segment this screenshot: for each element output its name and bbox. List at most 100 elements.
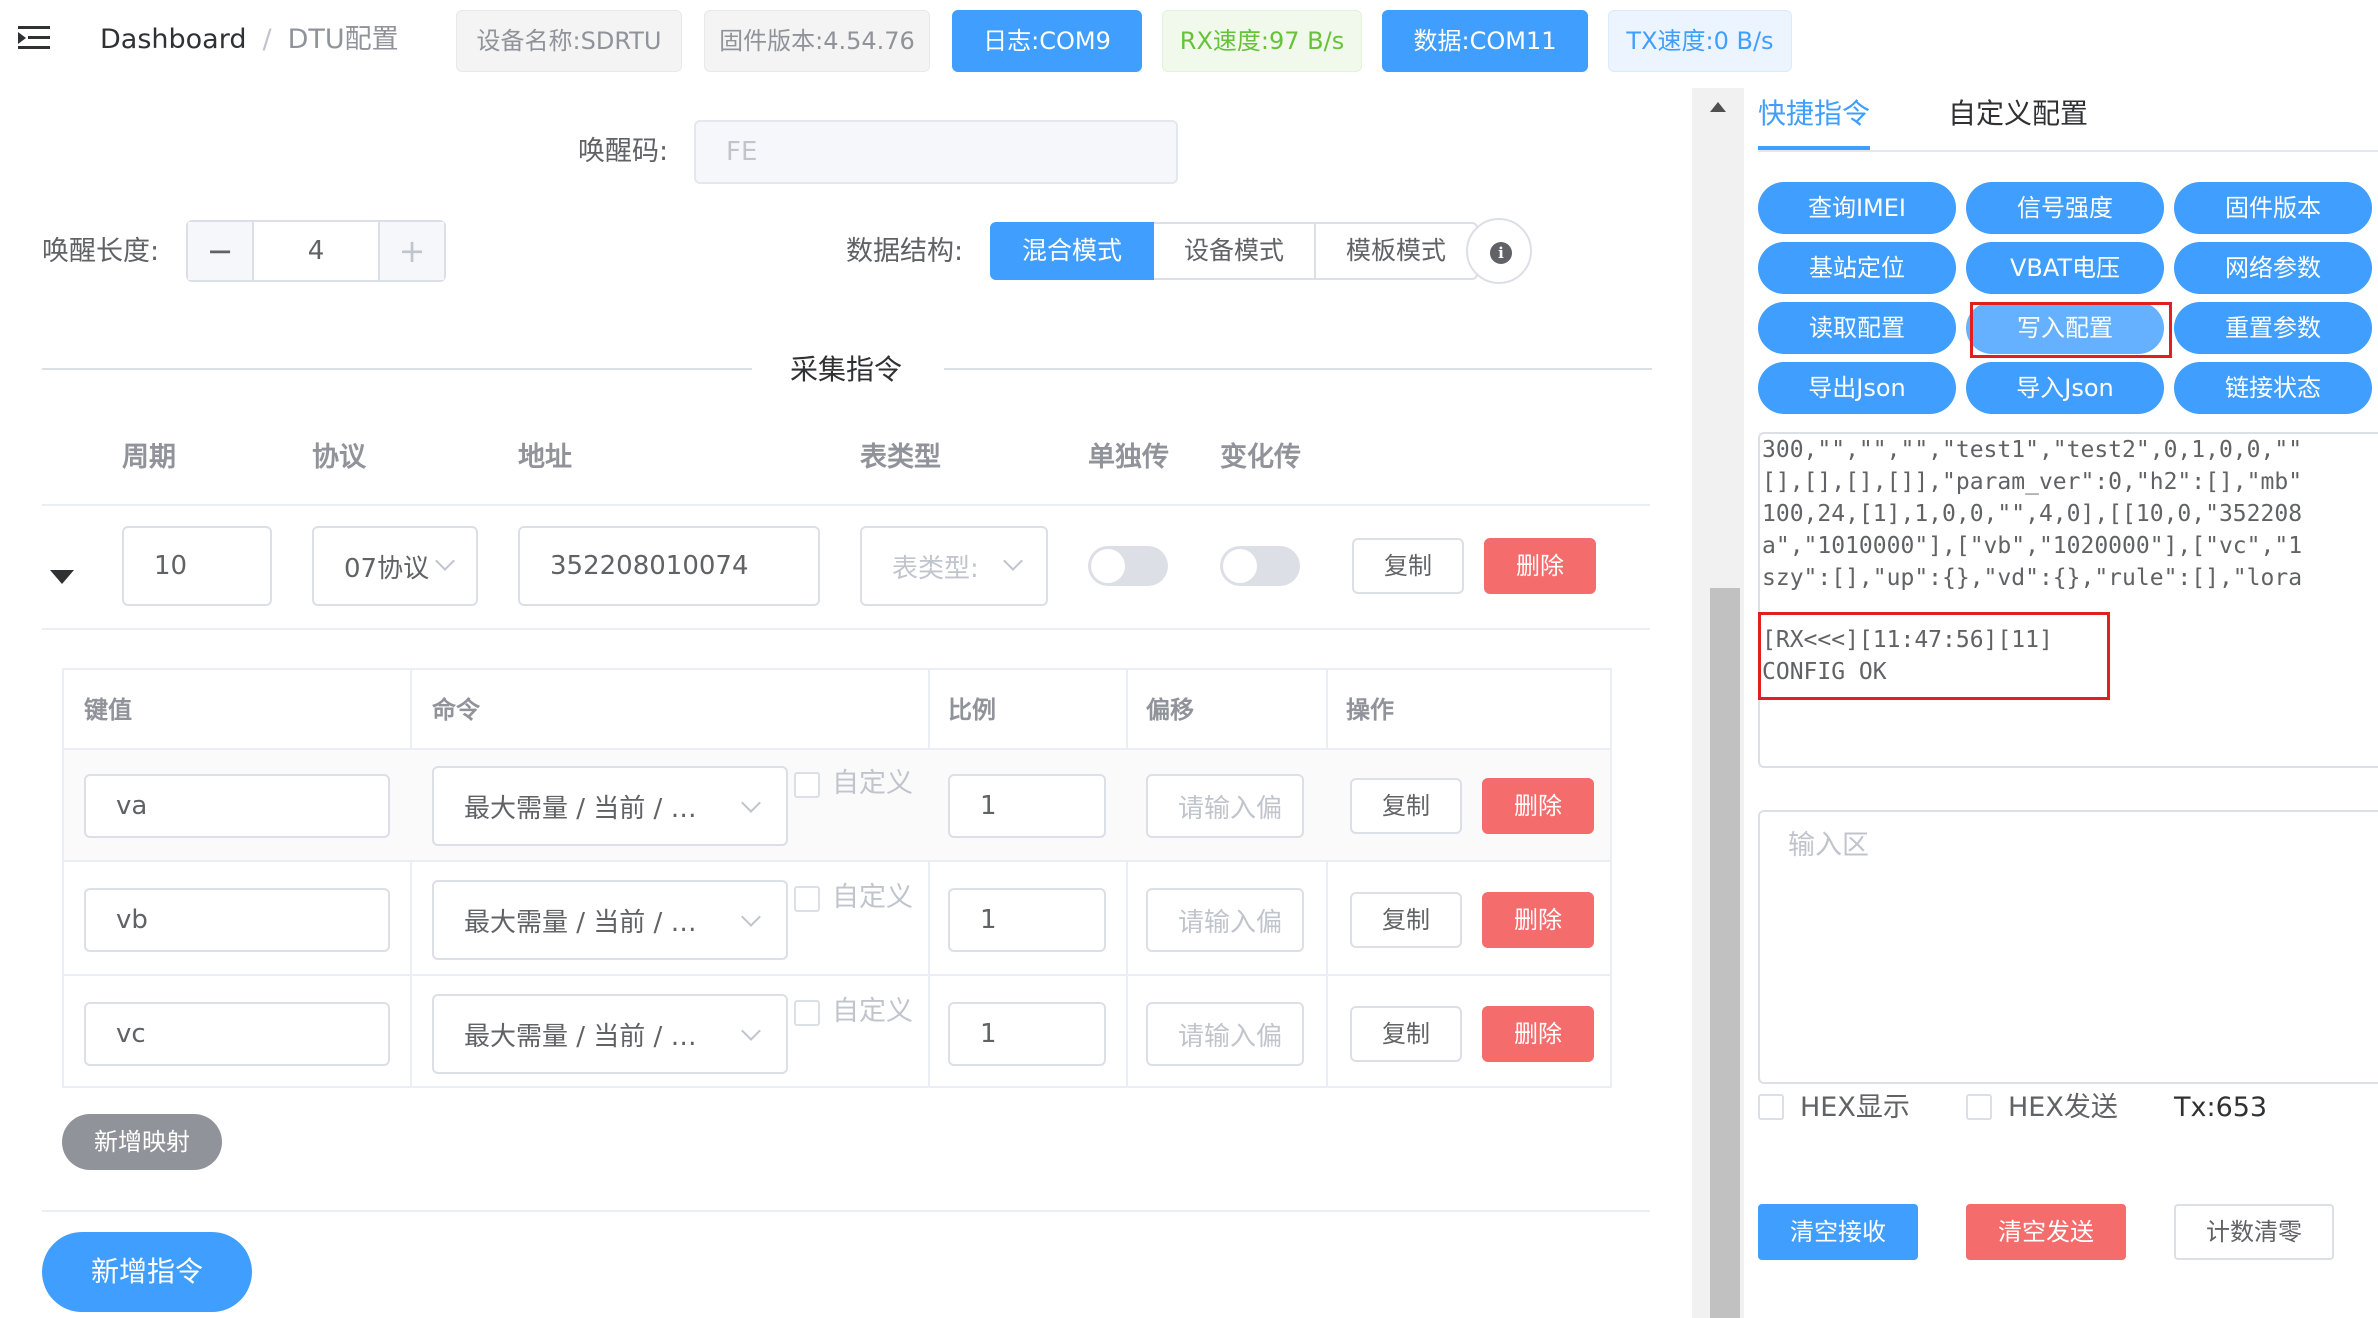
info-button[interactable]: i — [1466, 218, 1532, 284]
scrollbar-thumb[interactable] — [1710, 588, 1740, 1318]
row-separator — [42, 628, 1650, 630]
top-header: Dashboard / DTU配置 设备名称:SDRTU 固件版本:4.54.76 … — [0, 0, 2378, 88]
command-select-value: 最大需量 / 当前 / … — [464, 793, 697, 824]
col-protocol: 协议 — [312, 442, 366, 473]
ratio-input[interactable]: 1 — [948, 888, 1106, 952]
firmware-version-button[interactable]: 固件版本 — [2174, 182, 2372, 234]
query-imei-button[interactable]: 查询IMEI — [1758, 182, 1956, 234]
clear-receive-button[interactable]: 清空接收 — [1758, 1204, 1918, 1260]
info-icon: i — [1490, 242, 1512, 264]
signal-strength-button[interactable]: 信号强度 — [1966, 182, 2164, 234]
chevron-down-icon — [435, 551, 455, 571]
debug-panel: 快捷指令 自定义配置 查询IMEI 信号强度 固件版本 基站定位 VBAT电压 … — [1744, 88, 2378, 1318]
receive-log[interactable]: 300,"","","","test1","test2",0,1,0,0,"" … — [1758, 432, 2378, 768]
divider-right — [944, 368, 1652, 370]
send-input-area[interactable]: 输入区 — [1758, 810, 2378, 1084]
custom-checkbox[interactable] — [794, 772, 820, 798]
delete-command-button[interactable]: 删除 — [1484, 538, 1596, 594]
col-offset: 偏移 — [1146, 696, 1194, 724]
add-command-button[interactable]: 新增指令 — [42, 1232, 252, 1312]
command-select-value: 最大需量 / 当前 / … — [464, 1021, 697, 1052]
left-panel-scrollbar[interactable] — [1692, 88, 1744, 1318]
meter-type-select[interactable]: 表类型: — [860, 526, 1048, 606]
link-status-button[interactable]: 链接状态 — [2174, 362, 2372, 414]
command-select[interactable]: 最大需量 / 当前 / … — [432, 994, 788, 1074]
radio-mixed-mode[interactable]: 混合模式 — [990, 222, 1155, 280]
reset-count-button[interactable]: 计数清零 — [2174, 1204, 2334, 1260]
config-panel: 唤醒码: FE 唤醒长度: − 4 + 数据结构: 混合模式 设备模式 模板模式… — [0, 88, 1690, 1318]
delete-mapping-button[interactable]: 删除 — [1482, 1006, 1594, 1062]
delete-mapping-button[interactable]: 删除 — [1482, 892, 1594, 948]
meter-type-placeholder: 表类型: — [892, 553, 979, 584]
hex-display-checkbox[interactable] — [1758, 1094, 1784, 1120]
col-key: 键值 — [84, 696, 132, 724]
custom-label: 自定义 — [832, 768, 913, 799]
custom-label: 自定义 — [832, 996, 913, 1027]
reset-params-button[interactable]: 重置参数 — [2174, 302, 2372, 354]
ratio-input[interactable]: 1 — [948, 774, 1106, 838]
col-period: 周期 — [122, 442, 176, 473]
wake-length-value[interactable]: 4 — [254, 222, 378, 280]
wake-length-stepper: − 4 + — [186, 220, 446, 282]
copy-mapping-button[interactable]: 复制 — [1350, 892, 1462, 948]
single-send-switch[interactable] — [1088, 546, 1168, 586]
right-tabs: 快捷指令 自定义配置 — [1758, 88, 2378, 152]
import-json-button[interactable]: 导入Json — [1966, 362, 2164, 414]
chevron-down-icon — [741, 907, 761, 927]
vbat-voltage-button[interactable]: VBAT电压 — [1966, 242, 2164, 294]
offset-input[interactable]: 请输入偏 — [1146, 774, 1304, 838]
hex-display-label: HEX显示 — [1800, 1092, 1910, 1123]
data-structure-label: 数据结构: — [846, 236, 964, 267]
offset-input[interactable]: 请输入偏 — [1146, 888, 1304, 952]
scroll-up-arrow-icon[interactable] — [1710, 102, 1726, 112]
copy-command-button[interactable]: 复制 — [1352, 538, 1464, 594]
add-mapping-button[interactable]: 新增映射 — [62, 1114, 222, 1170]
log-line: [],[],[],[]],"param_ver":0,"h2":[],"mb" — [1762, 469, 2303, 495]
period-input[interactable]: 10 — [122, 526, 272, 606]
protocol-select[interactable]: 07协议 — [312, 526, 478, 606]
command-select[interactable]: 最大需量 / 当前 / … — [432, 766, 788, 846]
copy-mapping-button[interactable]: 复制 — [1350, 1006, 1462, 1062]
delete-mapping-button[interactable]: 删除 — [1482, 778, 1594, 834]
breadcrumb-dashboard[interactable]: Dashboard — [100, 24, 246, 55]
read-config-button[interactable]: 读取配置 — [1758, 302, 1956, 354]
mapping-table: 键值 命令 比例 偏移 操作 va 最大需量 / 当前 / … 自定义 1 请输… — [62, 668, 1612, 1088]
key-input[interactable]: vb — [84, 888, 390, 952]
chevron-down-icon — [741, 793, 761, 813]
export-json-button[interactable]: 导出Json — [1758, 362, 1956, 414]
menu-fold-icon[interactable] — [18, 22, 50, 54]
network-params-button[interactable]: 网络参数 — [2174, 242, 2372, 294]
col-change-send: 变化传 — [1220, 442, 1301, 473]
log-port-tag[interactable]: 日志:COM9 — [952, 10, 1142, 72]
custom-checkbox[interactable] — [794, 1000, 820, 1026]
stepper-decrease-button[interactable]: − — [188, 222, 254, 280]
tab-quick-commands[interactable]: 快捷指令 — [1758, 92, 1870, 136]
copy-mapping-button[interactable]: 复制 — [1350, 778, 1462, 834]
custom-checkbox[interactable] — [794, 886, 820, 912]
change-send-switch[interactable] — [1220, 546, 1300, 586]
radio-template-mode[interactable]: 模板模式 — [1316, 222, 1479, 280]
hex-send-checkbox[interactable] — [1966, 1094, 1992, 1120]
stepper-increase-button[interactable]: + — [378, 222, 444, 280]
command-select[interactable]: 最大需量 / 当前 / … — [432, 880, 788, 960]
col-meter-type: 表类型 — [860, 442, 941, 473]
row-separator — [42, 504, 1650, 506]
clear-send-button[interactable]: 清空发送 — [1966, 1204, 2126, 1260]
ratio-input[interactable]: 1 — [948, 1002, 1106, 1066]
offset-input[interactable]: 请输入偏 — [1146, 1002, 1304, 1066]
address-input[interactable]: 352208010074 — [518, 526, 820, 606]
key-input[interactable]: vc — [84, 1002, 390, 1066]
mapping-row: vc 最大需量 / 当前 / … 自定义 1 请输入偏 复制 删除 — [64, 978, 1610, 1090]
key-input[interactable]: va — [84, 774, 390, 838]
tab-custom-config[interactable]: 自定义配置 — [1948, 92, 2088, 136]
radio-device-mode[interactable]: 设备模式 — [1154, 222, 1317, 280]
data-port-tag[interactable]: 数据:COM11 — [1382, 10, 1588, 72]
tx-count: Tx:653 — [2174, 1092, 2268, 1123]
expand-row-icon[interactable] — [50, 570, 74, 584]
data-structure-radio-group: 混合模式 设备模式 模板模式 — [990, 222, 1479, 280]
chevron-down-icon — [1003, 551, 1023, 571]
col-command: 命令 — [432, 696, 480, 724]
section-divider — [42, 1210, 1650, 1212]
base-station-location-button[interactable]: 基站定位 — [1758, 242, 1956, 294]
breadcrumb-dtu-config: DTU配置 — [287, 24, 399, 55]
